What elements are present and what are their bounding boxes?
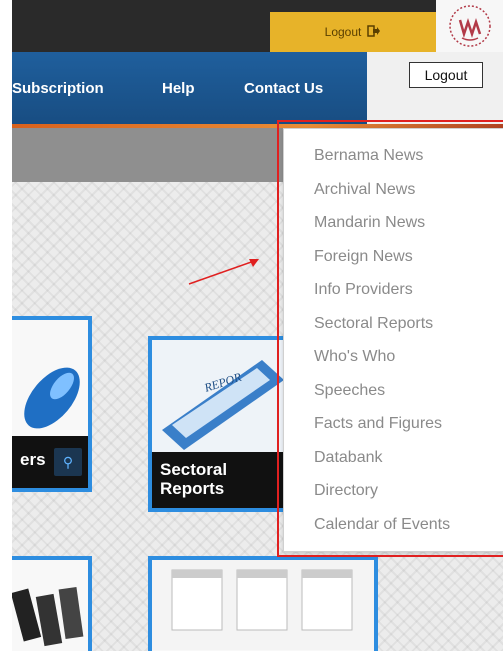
bullet-graphic-icon xyxy=(24,367,80,429)
tile-label: Sectoral Reports xyxy=(152,452,284,508)
sectoral-reports-tile[interactable]: REPOR Sectoral Reports xyxy=(148,336,288,512)
report-document-icon: REPOR xyxy=(152,340,284,452)
logo-emblem-icon xyxy=(448,5,491,47)
news-tile[interactable]: ers ⚲ xyxy=(12,316,92,492)
tile-label-line-2: Reports xyxy=(160,479,225,498)
logout-label: Logout xyxy=(324,25,362,39)
calendar-of-events-tile[interactable] xyxy=(148,556,378,651)
file-folders-icon xyxy=(12,586,84,647)
logout-button[interactable]: Logout xyxy=(270,12,436,52)
annotation-arrow-icon xyxy=(188,259,259,285)
sign-out-icon xyxy=(367,24,381,40)
calendar-icon xyxy=(152,560,374,650)
annotation-highlight-box xyxy=(277,120,503,557)
nav-item-contact-us[interactable]: Contact Us xyxy=(244,52,323,124)
directory-tile[interactable] xyxy=(12,556,92,651)
logout-tooltip: Logout xyxy=(409,62,483,88)
search-icon[interactable]: ⚲ xyxy=(54,448,82,476)
nav-item-help[interactable]: Help xyxy=(162,52,195,124)
site-logo[interactable] xyxy=(436,0,503,52)
tile-label-line-1: Sectoral xyxy=(160,460,228,479)
tile-label-text: ers xyxy=(20,450,46,469)
page: Logout Subscription Help Contact Us ers … xyxy=(12,0,503,651)
nav-item-subscription[interactable]: Subscription xyxy=(12,52,104,124)
